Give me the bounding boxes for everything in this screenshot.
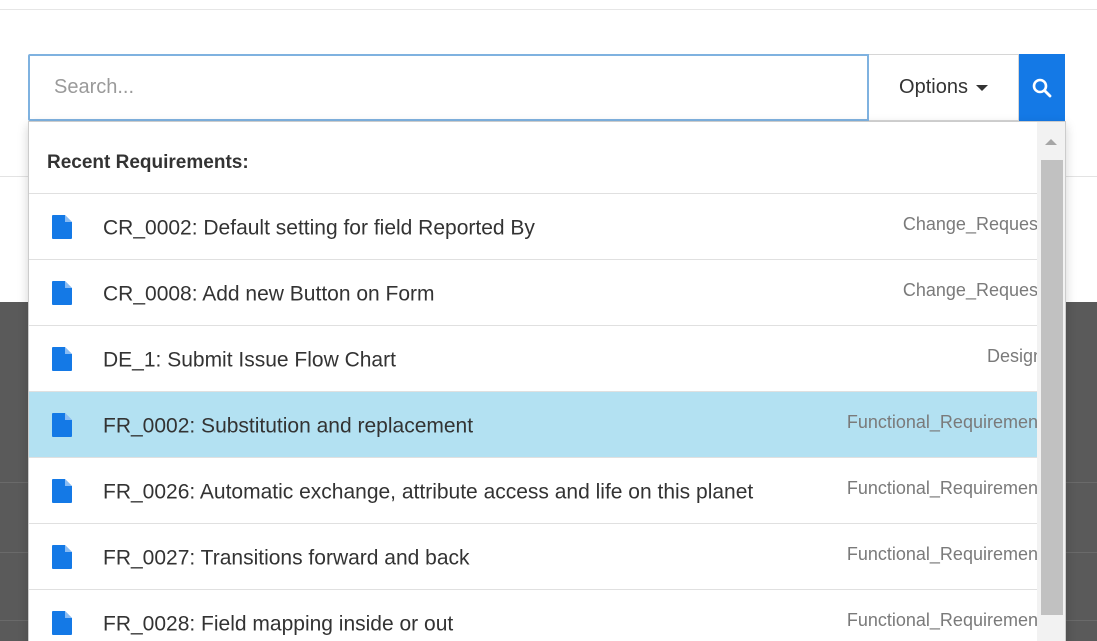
list-item[interactable]: DE_1: Submit Issue Flow Chart Design <box>29 325 1055 391</box>
top-divider <box>0 9 1097 10</box>
search-bar: Options <box>28 54 1065 121</box>
caret-down-icon <box>975 84 988 91</box>
document-icon <box>52 478 72 503</box>
search-icon <box>1032 78 1052 97</box>
options-button[interactable]: Options <box>869 54 1019 121</box>
item-label: FR_0027: Transitions forward and back <box>103 545 470 569</box>
item-type: Design <box>986 345 1043 366</box>
document-icon <box>52 544 72 569</box>
item-type: Change_Request <box>902 279 1043 300</box>
document-icon <box>52 610 72 635</box>
item-type: Functional_Requirement <box>846 411 1043 432</box>
document-icon <box>52 412 72 437</box>
recent-requirements-dropdown: Recent Requirements: CR_0002: Default se… <box>28 121 1066 641</box>
list-item[interactable]: CR_0008: Add new Button on Form Change_R… <box>29 259 1055 325</box>
dropdown-header: Recent Requirements: <box>47 152 249 173</box>
scrollbar-thumb[interactable] <box>1041 160 1063 615</box>
item-label: CR_0008: Add new Button on Form <box>103 281 435 305</box>
item-label: DE_1: Submit Issue Flow Chart <box>103 347 396 371</box>
item-label: CR_0002: Default setting for field Repor… <box>103 215 535 239</box>
list-item[interactable]: FR_0026: Automatic exchange, attribute a… <box>29 457 1055 523</box>
options-label: Options <box>899 76 968 98</box>
document-icon <box>52 280 72 305</box>
item-type: Functional_Requirement <box>846 477 1043 498</box>
document-icon <box>52 346 72 371</box>
scroll-up-arrow-icon[interactable] <box>1045 139 1057 145</box>
list-item[interactable]: FR_0028: Field mapping inside or out Fun… <box>29 589 1055 641</box>
item-type: Functional_Requirement <box>846 609 1043 630</box>
search-button[interactable] <box>1019 54 1065 121</box>
document-icon <box>52 214 72 239</box>
app-root: Options Recent Requirements: CR_0002: De… <box>0 0 1097 641</box>
dropdown-scrollbar[interactable] <box>1037 122 1065 641</box>
requirements-list: CR_0002: Default setting for field Repor… <box>29 193 1055 641</box>
item-label: FR_0002: Substitution and replacement <box>103 413 474 437</box>
item-type: Change_Request <box>902 213 1043 234</box>
list-item[interactable]: FR_0027: Transitions forward and back Fu… <box>29 523 1055 589</box>
item-label: FR_0026: Automatic exchange, attribute a… <box>103 479 754 503</box>
list-item-selected[interactable]: FR_0002: Substitution and replacement Fu… <box>29 391 1055 457</box>
item-type: Functional_Requirement <box>846 543 1043 564</box>
list-item[interactable]: CR_0002: Default setting for field Repor… <box>29 193 1055 259</box>
search-input[interactable] <box>28 54 869 121</box>
item-label: FR_0028: Field mapping inside or out <box>103 611 454 635</box>
